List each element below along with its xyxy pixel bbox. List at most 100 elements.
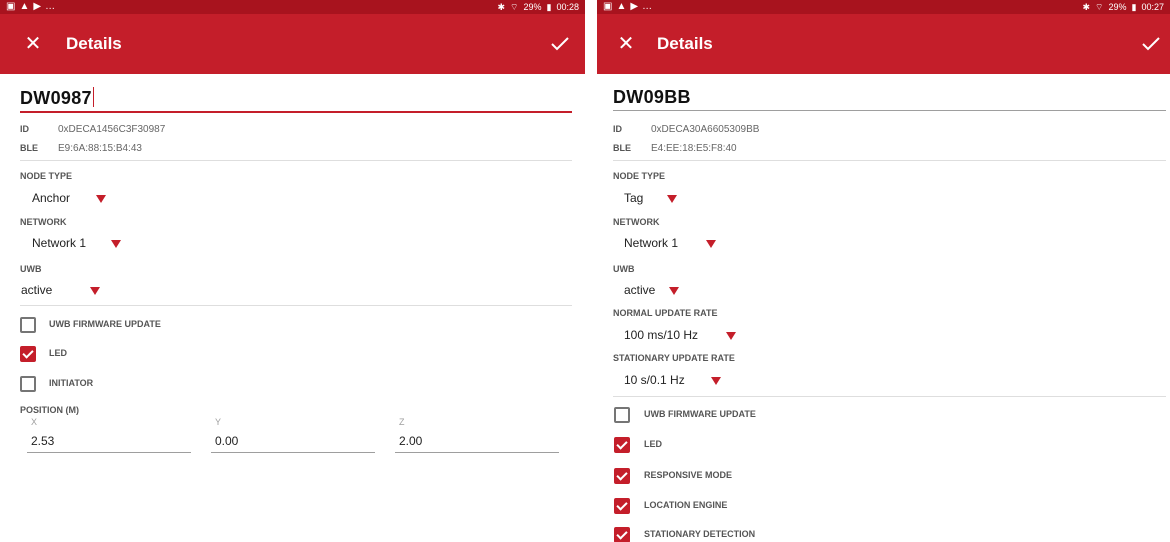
normal-update-rate-dropdown[interactable]: 100 ms/10 Hz: [624, 326, 744, 344]
divider: [20, 305, 572, 306]
checkbox-stationary-detection[interactable]: STATIONARY DETECTION: [614, 527, 814, 542]
node-type-label: NODE TYPE: [613, 171, 666, 181]
node-type-value: Tag: [624, 191, 644, 205]
checkbox-box[interactable]: [614, 468, 630, 484]
triangle-down-icon: [667, 195, 677, 203]
check-icon[interactable]: [1138, 31, 1164, 57]
checkbox-uwb-firmware-update[interactable]: UWB FIRMWARE UPDATE: [614, 407, 814, 423]
play-icon: ▶: [630, 1, 639, 12]
uwb-value: active: [624, 283, 656, 297]
checkbox-uwb-firmware-update[interactable]: UWB FIRMWARE UPDATE: [20, 317, 220, 333]
image-icon: ▣: [603, 1, 613, 12]
wifi-icon: ⌔: [510, 2, 519, 12]
checkbox-box[interactable]: [20, 317, 36, 333]
id-value: 0xDECA30A6605309BB: [651, 124, 760, 135]
battery-percent: 29%: [523, 2, 542, 12]
network-dropdown[interactable]: Network 1: [624, 234, 719, 252]
id-label: ID: [613, 124, 622, 134]
bluetooth-icon: ✱: [497, 2, 506, 12]
normal-update-rate-label: NORMAL UPDATE RATE: [613, 308, 718, 318]
page-title: Details: [66, 34, 122, 53]
clock: 00:27: [1141, 2, 1164, 12]
clock: 00:28: [556, 2, 579, 12]
network-dropdown[interactable]: Network 1: [32, 234, 127, 252]
ble-value: E9:6A:88:15:B4:43: [58, 143, 142, 154]
position-y-input[interactable]: [211, 432, 375, 453]
triangle-down-icon: [726, 332, 736, 340]
triangle-down-icon: [706, 240, 716, 248]
checkbox-box[interactable]: [20, 376, 36, 392]
triangle-down-icon: [90, 287, 100, 295]
check-icon[interactable]: [547, 31, 573, 57]
checkbox-label: LED: [644, 439, 662, 449]
system-status: ✱ ⌔ 29% ▮ 00:28: [497, 1, 579, 13]
network-label: NETWORK: [20, 217, 67, 227]
node-type-value: Anchor: [32, 191, 71, 205]
node-name-text: DW09BB: [613, 87, 691, 107]
text-cursor: [92, 87, 94, 107]
node-name-underline: [20, 111, 572, 113]
checkbox-box[interactable]: [20, 346, 36, 362]
battery-percent: 29%: [1108, 2, 1127, 12]
uwb-value: active: [21, 283, 53, 297]
node-name-input[interactable]: DW09BB: [613, 87, 691, 108]
node-name-text: DW0987: [20, 88, 92, 108]
uwb-label: UWB: [20, 264, 42, 274]
triangle-down-icon: [711, 377, 721, 385]
node-type-dropdown[interactable]: Anchor: [32, 189, 112, 207]
bluetooth-icon: ✱: [1082, 2, 1091, 12]
status-bar: ▣ ▲ ▶ … ✱ ⌔ 29% ▮ 00:27: [597, 0, 1170, 14]
details-screen-left: ▣ ▲ ▶ … ✱ ⌔ 29% ▮ 00:28 ✕ Details DW0987…: [0, 0, 585, 542]
checkbox-label: INITIATOR: [49, 378, 94, 388]
page-title: Details: [657, 34, 713, 53]
more-notifications-icon: …: [642, 1, 653, 12]
play-icon: ▶: [33, 1, 42, 12]
warning-icon: ▲: [19, 1, 30, 12]
divider: [613, 160, 1166, 161]
uwb-dropdown[interactable]: active: [21, 281, 106, 299]
triangle-down-icon: [669, 287, 679, 295]
node-type-label: NODE TYPE: [20, 171, 73, 181]
position-x-input[interactable]: [27, 432, 191, 453]
checkbox-responsive-mode[interactable]: RESPONSIVE MODE: [614, 468, 794, 484]
checkbox-label: LOCATION ENGINE: [644, 500, 728, 510]
battery-icon: ▮: [1131, 2, 1137, 12]
warning-icon: ▲: [616, 1, 627, 12]
close-icon[interactable]: ✕: [20, 31, 46, 57]
battery-icon: ▮: [546, 2, 552, 12]
network-value: Network 1: [32, 236, 87, 250]
divider: [613, 396, 1166, 397]
uwb-label: UWB: [613, 264, 635, 274]
node-name-underline: [613, 110, 1166, 111]
ble-label: BLE: [20, 143, 38, 153]
checkbox-box[interactable]: [614, 437, 630, 453]
stationary-update-rate-value: 10 s/0.1 Hz: [624, 373, 685, 387]
checkbox-box[interactable]: [614, 498, 630, 514]
triangle-down-icon: [96, 195, 106, 203]
ble-value: E4:EE:18:E5:F8:40: [651, 143, 737, 154]
checkbox-location-engine[interactable]: LOCATION ENGINE: [614, 498, 794, 514]
position-label: POSITION (M): [20, 405, 79, 415]
uwb-dropdown[interactable]: active: [624, 281, 684, 299]
checkbox-label: UWB FIRMWARE UPDATE: [49, 319, 161, 329]
app-bar: ✕ Details: [597, 14, 1170, 74]
stationary-update-rate-dropdown[interactable]: 10 s/0.1 Hz: [624, 371, 729, 389]
normal-update-rate-value: 100 ms/10 Hz: [624, 328, 699, 342]
ble-label: BLE: [613, 143, 631, 153]
checkbox-led[interactable]: LED: [614, 437, 734, 453]
checkbox-initiator[interactable]: INITIATOR: [20, 376, 160, 392]
checkbox-label: UWB FIRMWARE UPDATE: [644, 409, 756, 419]
position-z-input[interactable]: [395, 432, 559, 453]
position-z-label: Z: [399, 417, 405, 427]
close-icon[interactable]: ✕: [613, 31, 639, 57]
checkbox-box[interactable]: [614, 527, 630, 542]
stationary-update-rate-label: STATIONARY UPDATE RATE: [613, 353, 735, 363]
position-y-label: Y: [215, 417, 222, 427]
checkbox-box[interactable]: [614, 407, 630, 423]
system-status: ✱ ⌔ 29% ▮ 00:27: [1082, 1, 1164, 13]
node-type-dropdown[interactable]: Tag: [624, 189, 684, 207]
more-notifications-icon: …: [45, 1, 56, 12]
node-name-input[interactable]: DW0987: [20, 87, 94, 109]
checkbox-led[interactable]: LED: [20, 346, 140, 362]
notification-icons: ▣ ▲ ▶ …: [6, 1, 55, 13]
